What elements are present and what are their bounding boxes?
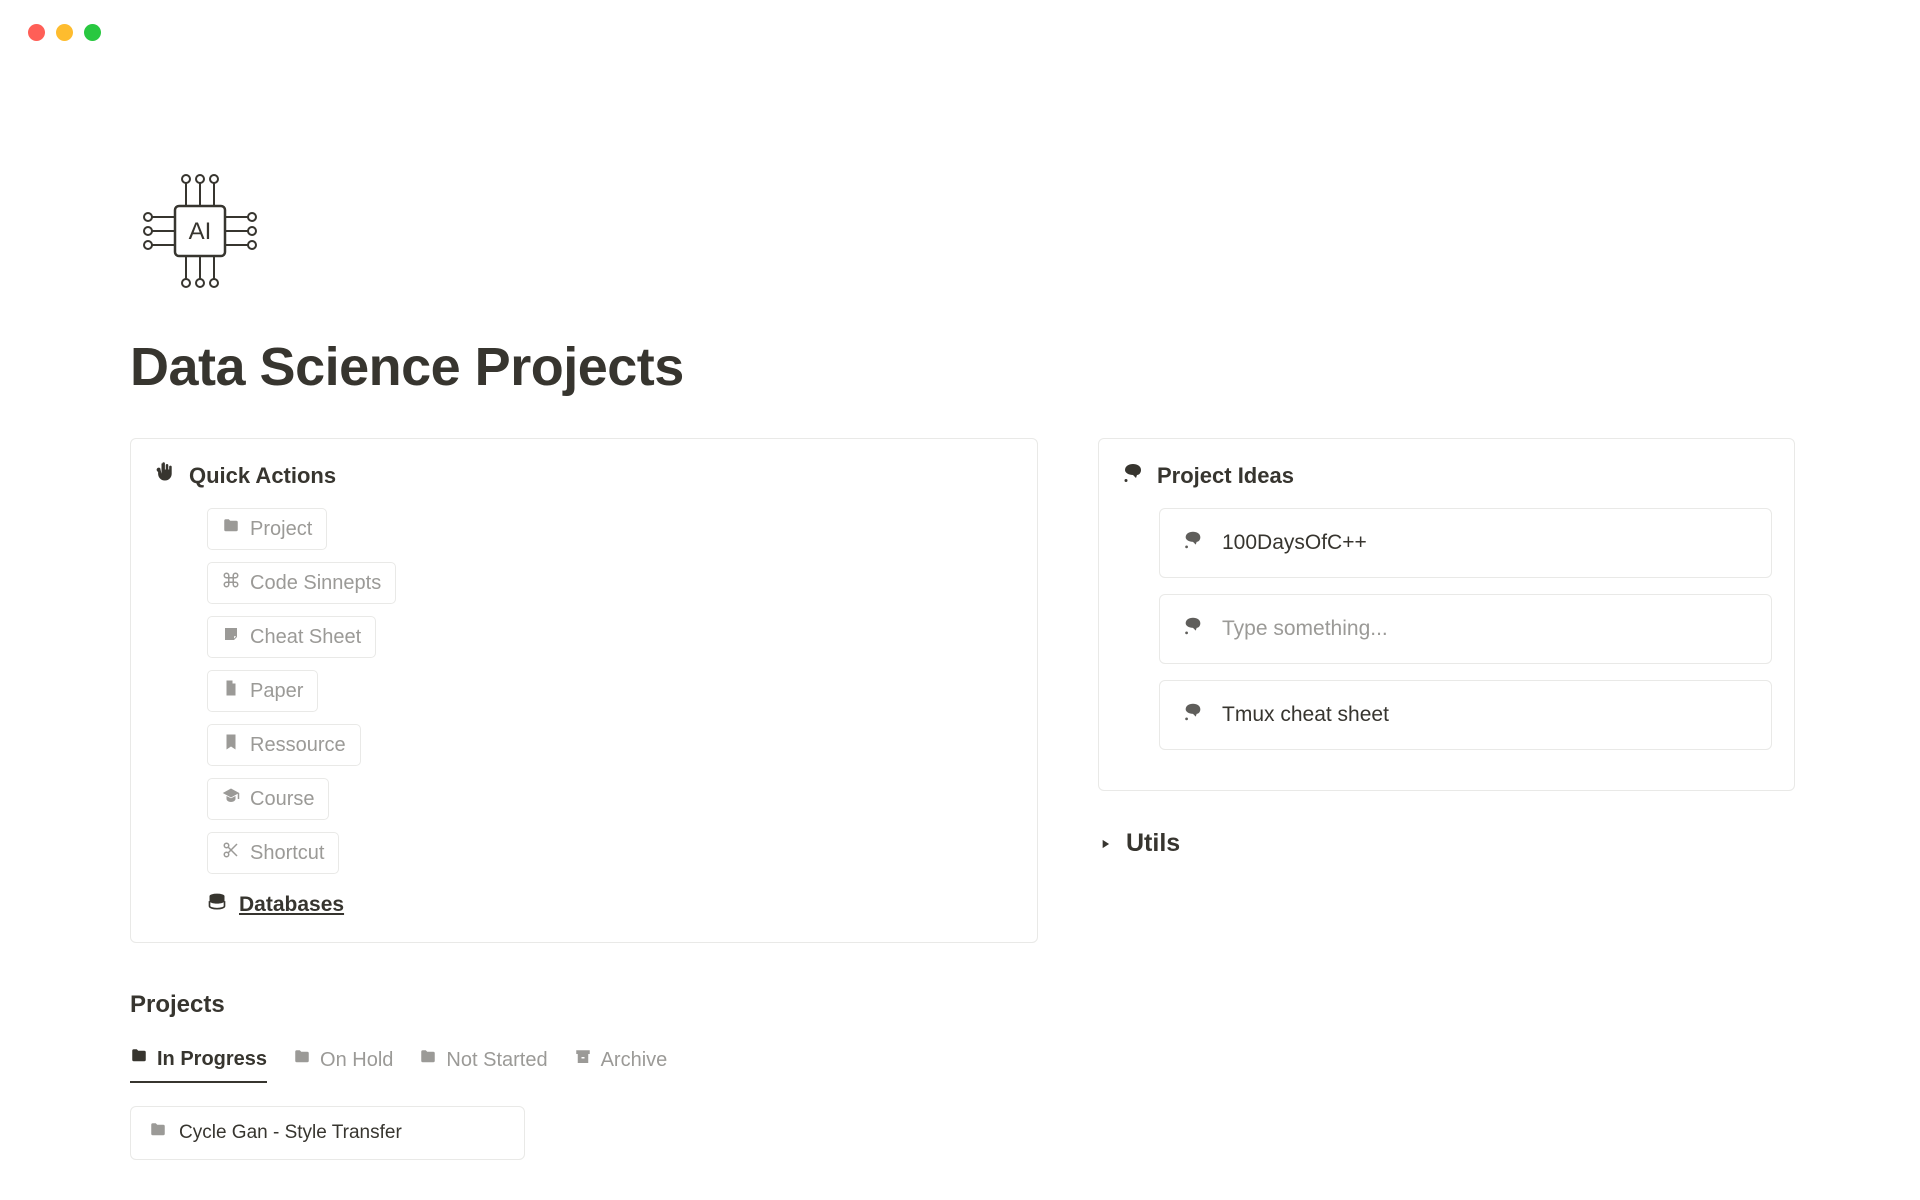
svg-text:AI: AI	[189, 218, 212, 245]
databases-label: Databases	[239, 893, 344, 917]
action-label: Course	[250, 788, 314, 811]
graduation-cap-icon	[222, 787, 240, 811]
idea-item[interactable]: 100DaysOfC++	[1159, 508, 1772, 578]
idea-item[interactable]: Tmux cheat sheet	[1159, 680, 1772, 750]
tab-on-hold[interactable]: On Hold	[293, 1048, 393, 1082]
hand-pointer-icon	[153, 461, 177, 490]
thought-bubble-icon	[1182, 701, 1204, 729]
action-shortcut[interactable]: Shortcut	[207, 832, 339, 874]
page-icon-ai-chip[interactable]: AI	[130, 161, 1790, 306]
project-ideas-title: Project Ideas	[1157, 463, 1294, 489]
tab-label: Archive	[601, 1049, 668, 1072]
action-code-snippets[interactable]: Code Sinnepts	[207, 562, 396, 604]
action-cheat-sheet[interactable]: Cheat Sheet	[207, 616, 376, 658]
minimize-window-button[interactable]	[56, 24, 73, 41]
action-course[interactable]: Course	[207, 778, 329, 820]
folder-icon	[149, 1121, 167, 1145]
folder-icon	[293, 1048, 311, 1072]
triangle-right-icon	[1098, 829, 1112, 858]
action-label: Shortcut	[250, 842, 324, 865]
idea-placeholder: Type something...	[1222, 617, 1388, 641]
folder-icon	[130, 1047, 148, 1071]
action-label: Paper	[250, 680, 303, 703]
folder-icon	[419, 1048, 437, 1072]
action-ressource[interactable]: Ressource	[207, 724, 361, 766]
idea-label: 100DaysOfC++	[1222, 531, 1367, 555]
close-window-button[interactable]	[28, 24, 45, 41]
action-label: Code Sinnepts	[250, 572, 381, 595]
thought-bubble-icon	[1182, 615, 1204, 643]
page-title: Data Science Projects	[130, 336, 1790, 398]
action-label: Project	[250, 518, 312, 541]
project-card-label: Cycle Gan - Style Transfer	[179, 1122, 402, 1144]
folder-icon	[222, 517, 240, 541]
thought-bubble-icon	[1182, 529, 1204, 557]
quick-actions-title: Quick Actions	[189, 463, 336, 489]
thought-bubble-icon	[1121, 461, 1145, 490]
tab-in-progress[interactable]: In Progress	[130, 1047, 267, 1083]
idea-label: Tmux cheat sheet	[1222, 703, 1389, 727]
tab-label: In Progress	[157, 1048, 267, 1071]
action-label: Ressource	[250, 734, 346, 757]
quick-actions-card: Quick Actions Project Code Sinnepts Chea…	[130, 438, 1038, 943]
project-ideas-card: Project Ideas 100DaysOfC++ Type somethin…	[1098, 438, 1795, 791]
tab-not-started[interactable]: Not Started	[419, 1048, 547, 1082]
action-label: Cheat Sheet	[250, 626, 361, 649]
tab-label: Not Started	[446, 1049, 547, 1072]
maximize-window-button[interactable]	[84, 24, 101, 41]
utils-toggle[interactable]: Utils	[1098, 829, 1795, 858]
action-paper[interactable]: Paper	[207, 670, 318, 712]
window-controls	[0, 0, 1920, 41]
action-project[interactable]: Project	[207, 508, 327, 550]
idea-item-empty[interactable]: Type something...	[1159, 594, 1772, 664]
utils-label: Utils	[1126, 829, 1180, 858]
tab-label: On Hold	[320, 1049, 393, 1072]
note-icon	[222, 625, 240, 649]
projects-section-title: Projects	[130, 991, 1038, 1019]
archive-icon	[574, 1048, 592, 1072]
bookmark-icon	[222, 733, 240, 757]
tab-archive[interactable]: Archive	[574, 1048, 668, 1082]
page-icon	[222, 679, 240, 703]
command-icon	[222, 571, 240, 595]
scissors-icon	[222, 841, 240, 865]
database-icon	[207, 892, 227, 918]
project-card[interactable]: Cycle Gan - Style Transfer	[130, 1106, 525, 1160]
databases-link[interactable]: Databases	[207, 892, 1015, 918]
projects-tabs: In Progress On Hold Not Started Archive	[130, 1047, 1038, 1084]
